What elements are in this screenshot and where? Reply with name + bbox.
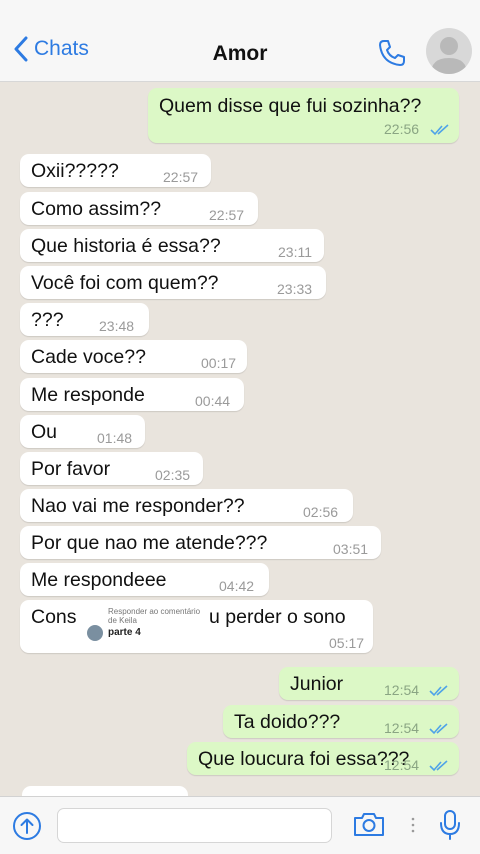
message-time: 23:33 (277, 281, 313, 297)
message-text: Cade voce?? (31, 346, 146, 368)
double-check-icon (429, 760, 448, 772)
message-time: 04:42 (219, 578, 255, 594)
double-check-icon (430, 124, 449, 136)
message-bubble-incoming[interactable]: Me responde 00:44 (20, 378, 244, 411)
message-bubble-incoming[interactable]: Ou 01:48 (20, 415, 145, 448)
message-time: 03:51 (333, 541, 369, 557)
message-time: 01:48 (97, 430, 133, 446)
message-time: 05:17 (329, 635, 365, 651)
message-text: Que historia é essa?? (31, 235, 221, 257)
message-bubble-incoming[interactable]: ??? 23:48 (20, 303, 149, 336)
microphone-icon (440, 810, 460, 840)
message-time: 23:48 (99, 318, 135, 334)
message-text: Ta doido??? (234, 711, 341, 733)
message-time: 00:17 (201, 355, 237, 371)
more-dots-icon (410, 816, 416, 839)
message-bubble-incoming[interactable]: Que historia é essa?? 23:11 (20, 229, 324, 262)
contact-name: Amor (212, 42, 268, 65)
message-bubble-incoming[interactable]: Oxii????? 22:57 (20, 154, 211, 187)
message-text-end: u perder o sono (209, 606, 346, 628)
message-text: Por que nao me atende??? (31, 532, 268, 554)
message-text: Nao vai me responder?? (31, 495, 245, 517)
message-time: 22:56 (384, 121, 420, 137)
commenter-avatar (87, 625, 103, 641)
voice-record-button[interactable] (439, 809, 461, 846)
attach-button[interactable] (12, 811, 42, 846)
message-time: 02:35 (155, 467, 191, 483)
message-bubble-incoming[interactable]: Você foi com quem?? 23:33 (20, 266, 326, 299)
message-bubble-incoming[interactable]: Como assim?? 22:57 (20, 192, 258, 225)
upload-icon (13, 812, 41, 840)
message-text-start: Cons (31, 606, 77, 628)
message-time: 02:56 (303, 504, 339, 520)
message-time: 12:54 (384, 757, 420, 773)
message-time: 22:57 (163, 169, 199, 185)
message-time: 22:57 (209, 207, 245, 223)
message-bubble-outgoing[interactable]: Que loucura foi essa??? 12:54 (187, 742, 459, 775)
phone-call-button[interactable] (376, 37, 408, 74)
reply-comment-sticker: Responder ao comentário de Keila parte 4 (83, 604, 209, 646)
message-input[interactable] (57, 808, 332, 843)
message-bubble-incoming[interactable]: Me respondeee 04:42 (20, 563, 269, 596)
message-text: Ou (31, 421, 58, 443)
reply-label: parte 4 (108, 627, 141, 638)
message-text: Junior (290, 673, 344, 695)
message-text: Por favor (31, 458, 111, 480)
message-text: Que loucura foi essa??? (198, 748, 410, 770)
message-bubble-incoming[interactable]: Por favor 02:35 (20, 452, 203, 485)
reply-caption: Responder ao comentário de Keila (108, 607, 201, 625)
chat-header: Chats Amor (0, 0, 480, 82)
message-text: Como assim?? (31, 198, 162, 220)
message-bubble-outgoing[interactable]: Ta doido??? 12:54 (223, 705, 459, 738)
message-bubble-outgoing[interactable]: Junior 12:54 (279, 667, 459, 700)
person-icon (431, 37, 467, 74)
message-bubble-incoming[interactable]: Por que nao me atende??? 03:51 (20, 526, 381, 559)
message-text: ??? (31, 309, 64, 331)
message-text: Você foi com quem?? (31, 272, 219, 294)
double-check-icon (429, 685, 448, 697)
message-bubble-incoming[interactable]: Nao vai me responder?? 02:56 (20, 489, 353, 522)
message-bubble-outgoing[interactable]: Quem disse que fui sozinha?? 22:56 (148, 88, 459, 143)
camera-button[interactable] (352, 810, 386, 843)
message-time: 23:11 (278, 244, 312, 260)
contact-avatar[interactable] (426, 28, 472, 74)
camera-icon (354, 813, 384, 836)
message-time: 00:44 (195, 393, 231, 409)
message-text: Quem disse que fui sozinha?? (159, 95, 422, 117)
message-list[interactable]: Quem disse que fui sozinha?? 22:56 Oxii?… (0, 82, 480, 796)
message-time: 12:54 (384, 682, 420, 698)
message-bubble-incoming[interactable]: Cade voce?? 00:17 (20, 340, 247, 373)
message-text: Me responde (31, 384, 145, 406)
message-text: Me respondeee (31, 569, 167, 591)
phone-icon (379, 40, 405, 66)
message-text: Oxii????? (31, 160, 119, 182)
message-time: 12:54 (384, 720, 420, 736)
double-check-icon (429, 723, 448, 735)
composer-bar (0, 796, 480, 854)
